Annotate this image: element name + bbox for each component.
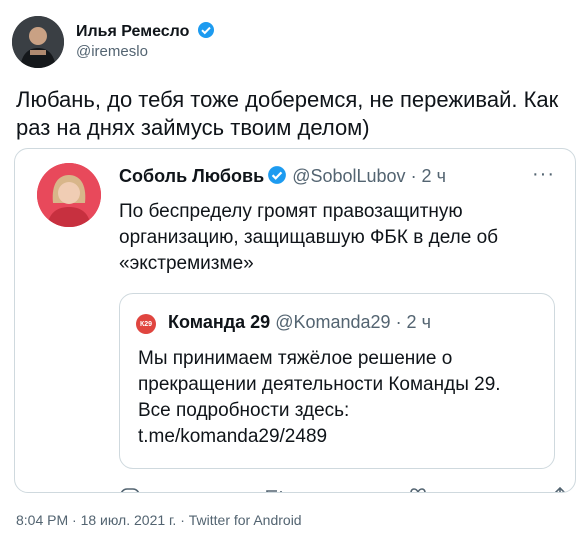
quoted-author-avatar[interactable] xyxy=(37,163,101,227)
verified-icon xyxy=(197,21,215,44)
author-handle[interactable]: @iremeslo xyxy=(76,43,148,60)
author-avatar[interactable] xyxy=(12,16,64,68)
reply-icon[interactable] xyxy=(119,485,141,492)
quoted-author-name[interactable]: Соболь Любовь xyxy=(119,166,264,186)
tweet-timestamp[interactable]: 8:04 PM · 18 июл. 2021 г. · Twitter for … xyxy=(16,512,302,528)
author-name[interactable]: Илья Ремесло xyxy=(76,23,189,40)
quoted-time[interactable]: · 2 ч xyxy=(411,166,446,186)
tweet-text: Любань, до тебя тоже доберемся, не переж… xyxy=(16,87,559,140)
more-options-icon[interactable]: ··· xyxy=(532,163,555,186)
quoted-header: Соболь Любовь @SobolLubov · 2 ч xyxy=(119,165,446,190)
quoted-tweet-card[interactable]: Соболь Любовь @SobolLubov · 2 ч ··· По б… xyxy=(14,148,576,493)
quoted-author-handle[interactable]: @SobolLubov xyxy=(292,166,405,186)
nested-quoted-card[interactable]: К29 Команда 29 @Komanda29 · 2 ч Мы прини… xyxy=(119,293,555,469)
nested-time[interactable]: · 2 ч xyxy=(396,312,431,332)
nested-author-name[interactable]: Команда 29 xyxy=(168,312,270,332)
nested-author-handle[interactable]: @Komanda29 xyxy=(275,312,390,332)
nested-tweet-text: Мы принимаем тяжёлое решение о прекращен… xyxy=(138,348,501,447)
quoted-action-bar xyxy=(119,485,566,492)
retweet-icon[interactable] xyxy=(263,485,285,492)
author-name-row[interactable]: Илья Ремесло xyxy=(76,21,215,44)
quoted-author-photo xyxy=(37,163,101,227)
komanda29-logo-icon: К29 xyxy=(136,314,156,334)
nested-header: Команда 29 @Komanda29 · 2 ч xyxy=(168,312,431,333)
share-icon[interactable] xyxy=(549,485,571,492)
author-photo xyxy=(12,16,64,68)
verified-icon xyxy=(267,165,287,190)
like-icon[interactable] xyxy=(407,485,429,492)
quoted-tweet-text: По беспределу громят правозащитную орган… xyxy=(119,201,499,274)
